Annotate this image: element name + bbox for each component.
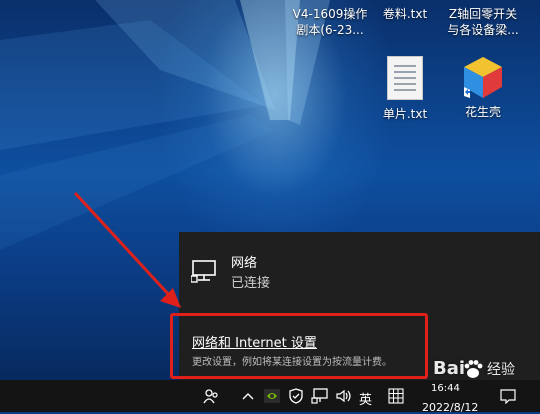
network-tray-icon[interactable]: [310, 380, 330, 412]
security-shield-icon[interactable]: [286, 380, 306, 412]
watermark-text: Bai: [433, 358, 466, 379]
chevron-up-icon[interactable]: [240, 380, 256, 412]
baidu-paw-logo: [464, 360, 483, 378]
volume-icon[interactable]: [334, 380, 354, 412]
action-center-icon[interactable]: [498, 380, 518, 412]
watermark-suffix: 经验: [487, 362, 516, 378]
clock-date[interactable]: 2022/8/12: [422, 401, 478, 414]
taskbar: 英 16:44 2022/8/12: [0, 380, 540, 414]
people-icon[interactable]: [200, 380, 222, 412]
clock-time[interactable]: 16:44: [431, 383, 460, 394]
ime-language-indicator[interactable]: 英: [359, 389, 372, 408]
red-annotation-arrow: [73, 191, 181, 308]
ime-keyboard-grid-icon[interactable]: [386, 380, 406, 412]
nvidia-icon[interactable]: [262, 380, 282, 412]
